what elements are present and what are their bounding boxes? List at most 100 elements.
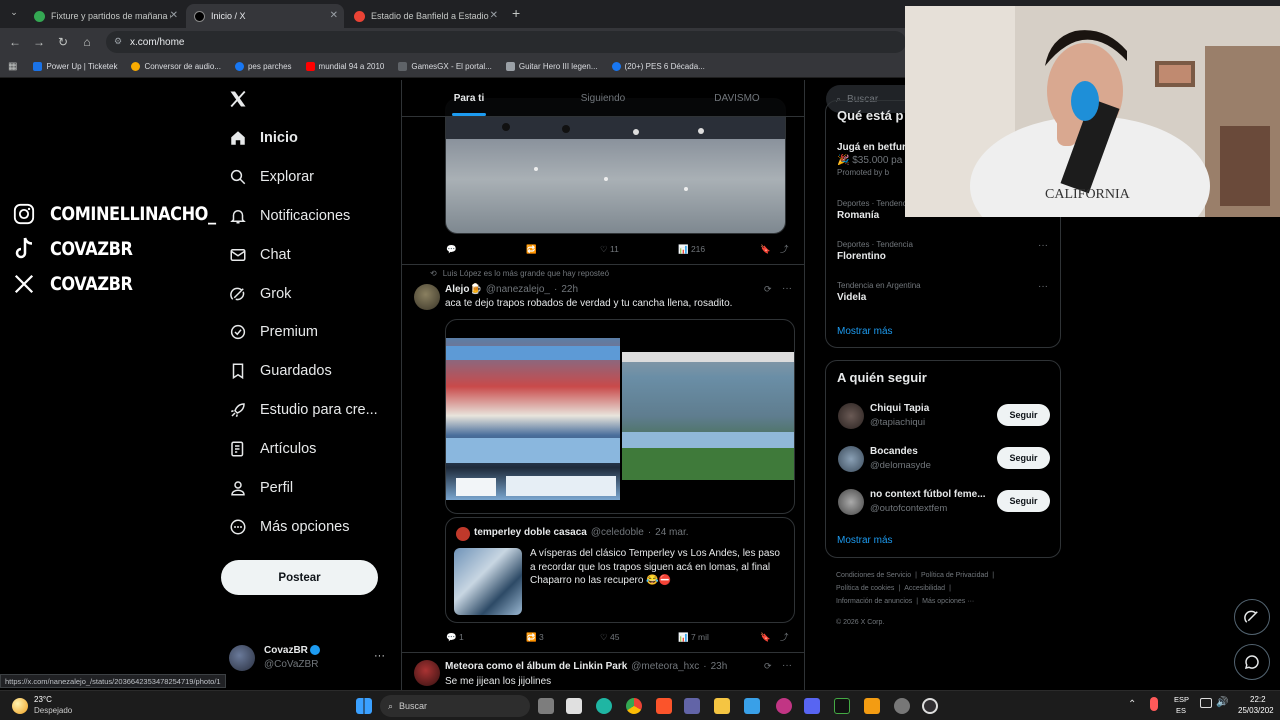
app-icon[interactable] bbox=[776, 698, 792, 714]
store-icon[interactable] bbox=[566, 698, 582, 714]
forward-icon[interactable]: → bbox=[27, 35, 51, 49]
tab-list-icon[interactable]: ⌄ bbox=[2, 7, 26, 18]
chrome-icon[interactable] bbox=[626, 698, 642, 714]
nav-estudio[interactable]: Estudio para cre... bbox=[228, 396, 378, 424]
tab-fixture[interactable]: Fixture y partidos de mañana de ✕ bbox=[26, 4, 184, 28]
footer-link[interactable]: Política de Privacidad bbox=[921, 572, 988, 579]
avatar[interactable] bbox=[414, 660, 440, 686]
tweet-time[interactable]: 22h bbox=[561, 284, 578, 295]
trend-item[interactable]: Tendencia en Argentina Videla bbox=[837, 281, 921, 303]
nav-explorar[interactable]: Explorar bbox=[228, 163, 314, 191]
author-handle[interactable]: @nanezalejo_ bbox=[486, 284, 550, 295]
x-logo-icon[interactable] bbox=[229, 90, 249, 110]
tab-siguiendo[interactable]: Siguiendo bbox=[536, 80, 670, 116]
like-button[interactable]: ♡ 45 bbox=[600, 631, 678, 643]
views-button[interactable]: 📊 7 mil bbox=[678, 631, 760, 643]
lang-indicator[interactable]: ESP bbox=[1174, 695, 1189, 704]
bookmark-item[interactable]: (20+) PES 6 Década... bbox=[611, 62, 705, 71]
quote-thumbnail[interactable] bbox=[454, 548, 522, 615]
author-name[interactable]: Alejo🍺 bbox=[445, 284, 482, 295]
more-icon[interactable]: ··· bbox=[1038, 281, 1048, 292]
footer-link[interactable]: Más opciones ··· bbox=[922, 598, 974, 605]
like-button[interactable]: ♡ 11 bbox=[600, 243, 678, 255]
avatar[interactable] bbox=[414, 284, 440, 310]
follow-button[interactable]: Seguir bbox=[997, 404, 1050, 426]
apps-icon[interactable]: ▦ bbox=[8, 61, 17, 72]
teams-icon[interactable] bbox=[684, 698, 700, 714]
follow-suggestion[interactable]: Chiqui Tapia @tapiachiqui Seguir bbox=[826, 401, 1060, 431]
windows-start-icon[interactable] bbox=[356, 698, 372, 714]
tweet-image-1[interactable] bbox=[446, 338, 620, 500]
tab-maps[interactable]: Estadio de Banfield a Estadio Al ✕ bbox=[346, 4, 504, 28]
edge-icon[interactable] bbox=[596, 698, 612, 714]
footer-link[interactable]: Política de cookies bbox=[836, 585, 894, 592]
more-icon[interactable]: ··· bbox=[782, 283, 792, 294]
volume-icon[interactable]: 🔊 bbox=[1216, 697, 1228, 708]
share-icon[interactable]: ⤴ bbox=[780, 631, 789, 643]
trend-item[interactable]: Deportes · Tendenc Romanía bbox=[837, 199, 907, 221]
trend-item[interactable]: Deportes · Tendencia Florentino bbox=[837, 240, 913, 262]
folder-icon[interactable] bbox=[714, 698, 730, 714]
close-icon[interactable]: ✕ bbox=[170, 10, 178, 21]
task-view-icon[interactable] bbox=[538, 698, 554, 714]
obs-icon[interactable] bbox=[922, 698, 938, 714]
show-more-link[interactable]: Mostrar más bbox=[837, 326, 893, 337]
tab-para-ti[interactable]: Para ti bbox=[402, 80, 536, 116]
bookmark-item[interactable]: pes parches bbox=[234, 62, 292, 71]
tweet-image-2[interactable] bbox=[622, 352, 794, 480]
author-handle[interactable]: @meteora_hxc bbox=[631, 661, 699, 672]
nav-premium[interactable]: Premium bbox=[228, 318, 318, 346]
nav-notificaciones[interactable]: Notificaciones bbox=[228, 202, 350, 230]
views-button[interactable]: 📊 216 bbox=[678, 243, 760, 255]
mic-icon[interactable] bbox=[1150, 697, 1158, 711]
nav-articulos[interactable]: Artículos bbox=[228, 435, 316, 463]
site-info-icon[interactable]: ⚙ bbox=[114, 36, 122, 47]
bookmark-action-icon[interactable]: 🔖 bbox=[760, 243, 780, 255]
bookmark-action-icon[interactable]: 🔖 bbox=[760, 631, 780, 643]
nav-guardados[interactable]: Guardados bbox=[228, 357, 332, 385]
bookmark-item[interactable]: mundial 94 a 2010 bbox=[305, 62, 384, 71]
nav-perfil[interactable]: Perfil bbox=[228, 474, 293, 502]
footer-link[interactable]: Condiciones de Servicio bbox=[836, 572, 911, 579]
new-tab-button[interactable]: + bbox=[512, 5, 520, 21]
messages-float-button[interactable] bbox=[1234, 644, 1270, 680]
grok-action-icon[interactable]: ⟳ bbox=[764, 284, 772, 295]
clock-time[interactable]: 22:2 bbox=[1250, 695, 1266, 704]
share-icon[interactable]: ⤴ bbox=[780, 243, 789, 255]
tweet-video[interactable] bbox=[445, 98, 786, 234]
quoted-tweet[interactable]: temperley doble casaca @celedoble · 24 m… bbox=[445, 517, 795, 623]
more-icon[interactable]: ··· bbox=[782, 660, 792, 671]
nav-inicio[interactable]: Inicio bbox=[228, 124, 298, 152]
tab-inicio[interactable]: Inicio / X ✕ bbox=[186, 4, 344, 28]
bookmark-item[interactable]: GamesGX - El portal... bbox=[398, 62, 492, 71]
footer-link[interactable]: Información de anuncios bbox=[836, 598, 912, 605]
app-icon[interactable] bbox=[894, 698, 910, 714]
repost-icon[interactable]: 🔁 bbox=[526, 243, 600, 255]
nav-chat[interactable]: Chat bbox=[228, 241, 291, 269]
bookmark-item[interactable]: Guitar Hero III legen... bbox=[505, 62, 598, 71]
grok-action-icon[interactable]: ⟳ bbox=[764, 661, 772, 672]
repost-button[interactable]: 🔁 3 bbox=[526, 631, 600, 643]
promo-item[interactable]: Jugá en betfur 🎉 $35.000 pa Promoted by … bbox=[837, 140, 906, 177]
weather-icon[interactable] bbox=[12, 698, 28, 714]
follow-button[interactable]: Seguir bbox=[997, 447, 1050, 469]
author-name[interactable]: Meteora como el álbum de Linkin Park bbox=[445, 661, 627, 672]
tweet-images[interactable] bbox=[445, 319, 795, 514]
reply-icon[interactable]: 💬 bbox=[446, 243, 526, 255]
post-button[interactable]: Postear bbox=[221, 560, 378, 595]
close-icon[interactable]: ✕ bbox=[330, 10, 338, 21]
close-icon[interactable]: ✕ bbox=[490, 10, 498, 21]
more-icon[interactable]: ··· bbox=[1038, 240, 1048, 251]
nav-mas-opciones[interactable]: Más opciones bbox=[228, 513, 349, 541]
app-icon[interactable] bbox=[864, 698, 880, 714]
app-icon[interactable] bbox=[744, 698, 760, 714]
back-icon[interactable]: ← bbox=[3, 35, 27, 49]
bookmark-item[interactable]: Conversor de audio... bbox=[131, 62, 221, 71]
bookmark-item[interactable]: Power Up | Ticketek bbox=[33, 62, 117, 71]
follow-suggestion[interactable]: Bocandes @delomasyde Seguir bbox=[826, 444, 1060, 474]
footer-link[interactable]: Accesibilidad bbox=[904, 585, 945, 592]
app-icon[interactable] bbox=[834, 698, 850, 714]
address-bar[interactable]: ⚙ x.com/home bbox=[106, 31, 906, 53]
account-switcher[interactable]: CovazBR @CoVaZBR ··· bbox=[228, 644, 388, 672]
home-button-icon[interactable]: ⌂ bbox=[75, 35, 99, 49]
